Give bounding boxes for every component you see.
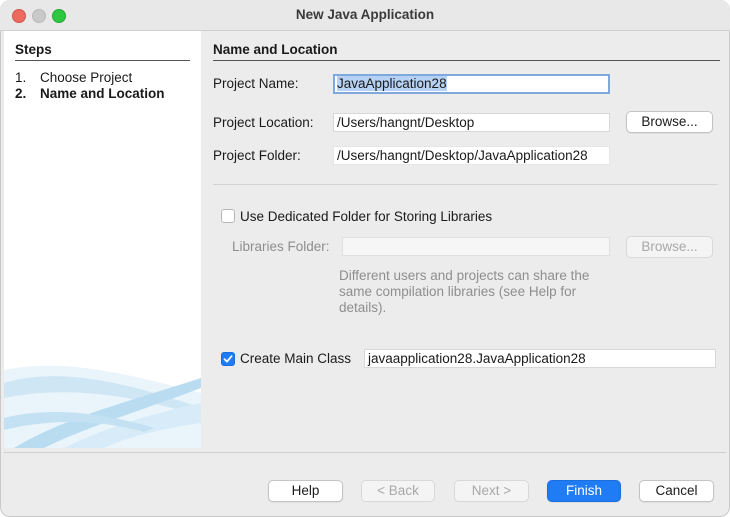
project-location-field[interactable]: /Users/hangnt/Desktop bbox=[333, 113, 610, 132]
steps-header: Steps bbox=[15, 42, 190, 61]
project-name-label: Project Name: bbox=[213, 76, 299, 91]
project-location-browse-button[interactable]: Browse... bbox=[626, 111, 713, 133]
footer-divider bbox=[4, 452, 726, 453]
steps-panel: Steps 1. Choose Project 2. Name and Locati… bbox=[4, 31, 201, 448]
name-and-location-form: Name and Location Project Name: JavaAppl… bbox=[213, 31, 720, 448]
create-main-class-checkbox[interactable] bbox=[221, 352, 235, 366]
new-java-application-dialog: New Java Application Steps 1. Choose Proj… bbox=[0, 0, 730, 517]
step-label: Choose Project bbox=[40, 70, 133, 85]
libraries-folder-label: Libraries Folder: bbox=[232, 239, 330, 254]
dedicated-folder-label[interactable]: Use Dedicated Folder for Storing Librari… bbox=[240, 209, 492, 224]
libraries-folder-browse-button[interactable]: Browse... bbox=[626, 236, 713, 258]
section-header: Name and Location bbox=[213, 42, 720, 61]
step-name-and-location: 2. Name and Location bbox=[15, 86, 165, 101]
libraries-folder-field[interactable] bbox=[342, 237, 610, 256]
next-button[interactable]: Next > bbox=[454, 480, 529, 502]
checkmark-icon bbox=[223, 355, 233, 363]
dedicated-folder-checkbox[interactable] bbox=[221, 209, 235, 223]
hint-line: same compilation libraries (see Help for bbox=[339, 284, 577, 299]
divider bbox=[213, 184, 718, 185]
step-label: Name and Location bbox=[40, 86, 165, 101]
project-folder-label: Project Folder: bbox=[213, 148, 301, 163]
title-bar: New Java Application bbox=[0, 0, 730, 31]
hint-line: details). bbox=[339, 300, 387, 315]
main-class-field[interactable]: javaapplication28.JavaApplication28 bbox=[364, 349, 716, 368]
help-button[interactable]: Help bbox=[268, 480, 343, 502]
step-number: 1. bbox=[15, 70, 27, 85]
project-folder-field[interactable]: /Users/hangnt/Desktop/JavaApplication28 bbox=[333, 146, 610, 165]
back-button[interactable]: < Back bbox=[361, 480, 435, 502]
finish-button[interactable]: Finish bbox=[547, 480, 621, 502]
step-choose-project: 1. Choose Project bbox=[15, 70, 132, 85]
hint-line: Different users and projects can share t… bbox=[339, 268, 590, 283]
project-name-field[interactable]: JavaApplication28 bbox=[333, 74, 610, 94]
create-main-class-label[interactable]: Create Main Class bbox=[240, 351, 351, 366]
project-name-value: JavaApplication28 bbox=[337, 76, 447, 91]
project-location-label: Project Location: bbox=[213, 115, 314, 130]
step-number: 2. bbox=[15, 86, 27, 101]
libraries-hint-text: Different users and projects can share t… bbox=[339, 268, 619, 316]
cancel-button[interactable]: Cancel bbox=[639, 480, 714, 502]
window-title: New Java Application bbox=[295, 7, 435, 22]
netbeans-wave-decoration-icon bbox=[4, 365, 201, 448]
